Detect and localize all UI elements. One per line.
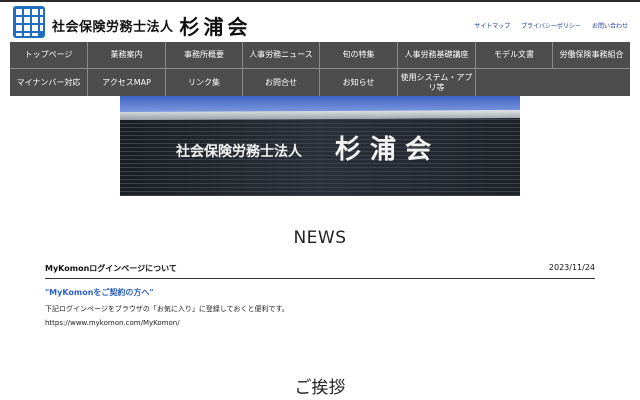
sitemap-link[interactable]: サイトマップ: [474, 23, 510, 30]
logo-grid-icon[interactable]: [11, 4, 47, 40]
nav-item-labor-insurance[interactable]: 労働保険事務組合: [553, 42, 630, 69]
contact-link[interactable]: お問い合わせ: [592, 23, 628, 30]
nav-item-services[interactable]: 業務案内: [88, 42, 166, 69]
utility-links: サイトマップ プライバシーポリシー お問い合わせ: [465, 21, 628, 30]
mykomon-url[interactable]: https://www.mykomon.com/MyKomon/: [45, 316, 289, 330]
site-logo-text[interactable]: 社会保険労務士法人 杉浦会: [52, 11, 252, 39]
news-item-title[interactable]: MyKomonログインページについて: [45, 263, 177, 274]
sign-text-name: 杉 浦 会: [335, 134, 431, 165]
news-item-body: 下記ログインページをブラウザの「お気に入り」に登録しておくと便利です。 http…: [45, 302, 289, 330]
nav-item-basics[interactable]: 人事労務基礎講座: [398, 42, 476, 69]
global-nav: トップページ 業務案内 事務所概要 人事労務ニュース 旬の特集 人事労務基礎講座…: [10, 42, 630, 96]
nav-item-systems-apps[interactable]: 使用システム・アプリ等: [398, 69, 476, 96]
nav-item-hr-news[interactable]: 人事労務ニュース: [243, 42, 320, 69]
building-sign-image: 社会保険労務士法人 杉 浦 会: [120, 96, 520, 196]
nav-item-links[interactable]: リンク集: [166, 69, 243, 96]
nav-item-model-docs[interactable]: モデル文書: [476, 42, 553, 69]
nav-item-feature[interactable]: 旬の特集: [320, 42, 398, 69]
nav-item-access-map[interactable]: アクセスMAP: [88, 69, 166, 96]
nav-item-mynumber[interactable]: マイナンバー対応: [10, 69, 88, 96]
news-item-text: 下記ログインページをブラウザの「お気に入り」に登録しておくと便利です。: [45, 305, 289, 313]
nav-item-top[interactable]: トップページ: [10, 42, 88, 69]
sign-text-prefix: 社会保険労務士法人: [175, 143, 303, 160]
nav-item-office[interactable]: 事務所概要: [166, 42, 243, 69]
mykomon-contract-link[interactable]: "MyKomonをご契約の方へ": [45, 287, 154, 298]
news-heading: NEWS: [293, 228, 347, 248]
news-item-date: 2023/11/24: [548, 263, 595, 272]
site-header: 社会保険労務士法人 杉浦会 サイトマップ プライバシーポリシー お問い合わせ: [0, 2, 640, 42]
nav-item-notices[interactable]: お知らせ: [320, 69, 398, 96]
greeting-heading: ご挨拶: [294, 378, 346, 398]
news-item-header[interactable]: MyKomonログインページについて 2023/11/24: [45, 260, 595, 279]
privacy-policy-link[interactable]: プライバシーポリシー: [521, 23, 581, 30]
nav-item-inquiry[interactable]: お問合せ: [243, 69, 320, 96]
hero-image: 社会保険労務士法人 杉 浦 会: [120, 96, 520, 196]
logo-name: 杉浦会: [179, 15, 252, 39]
logo-prefix: 社会保険労務士法人: [52, 20, 174, 35]
